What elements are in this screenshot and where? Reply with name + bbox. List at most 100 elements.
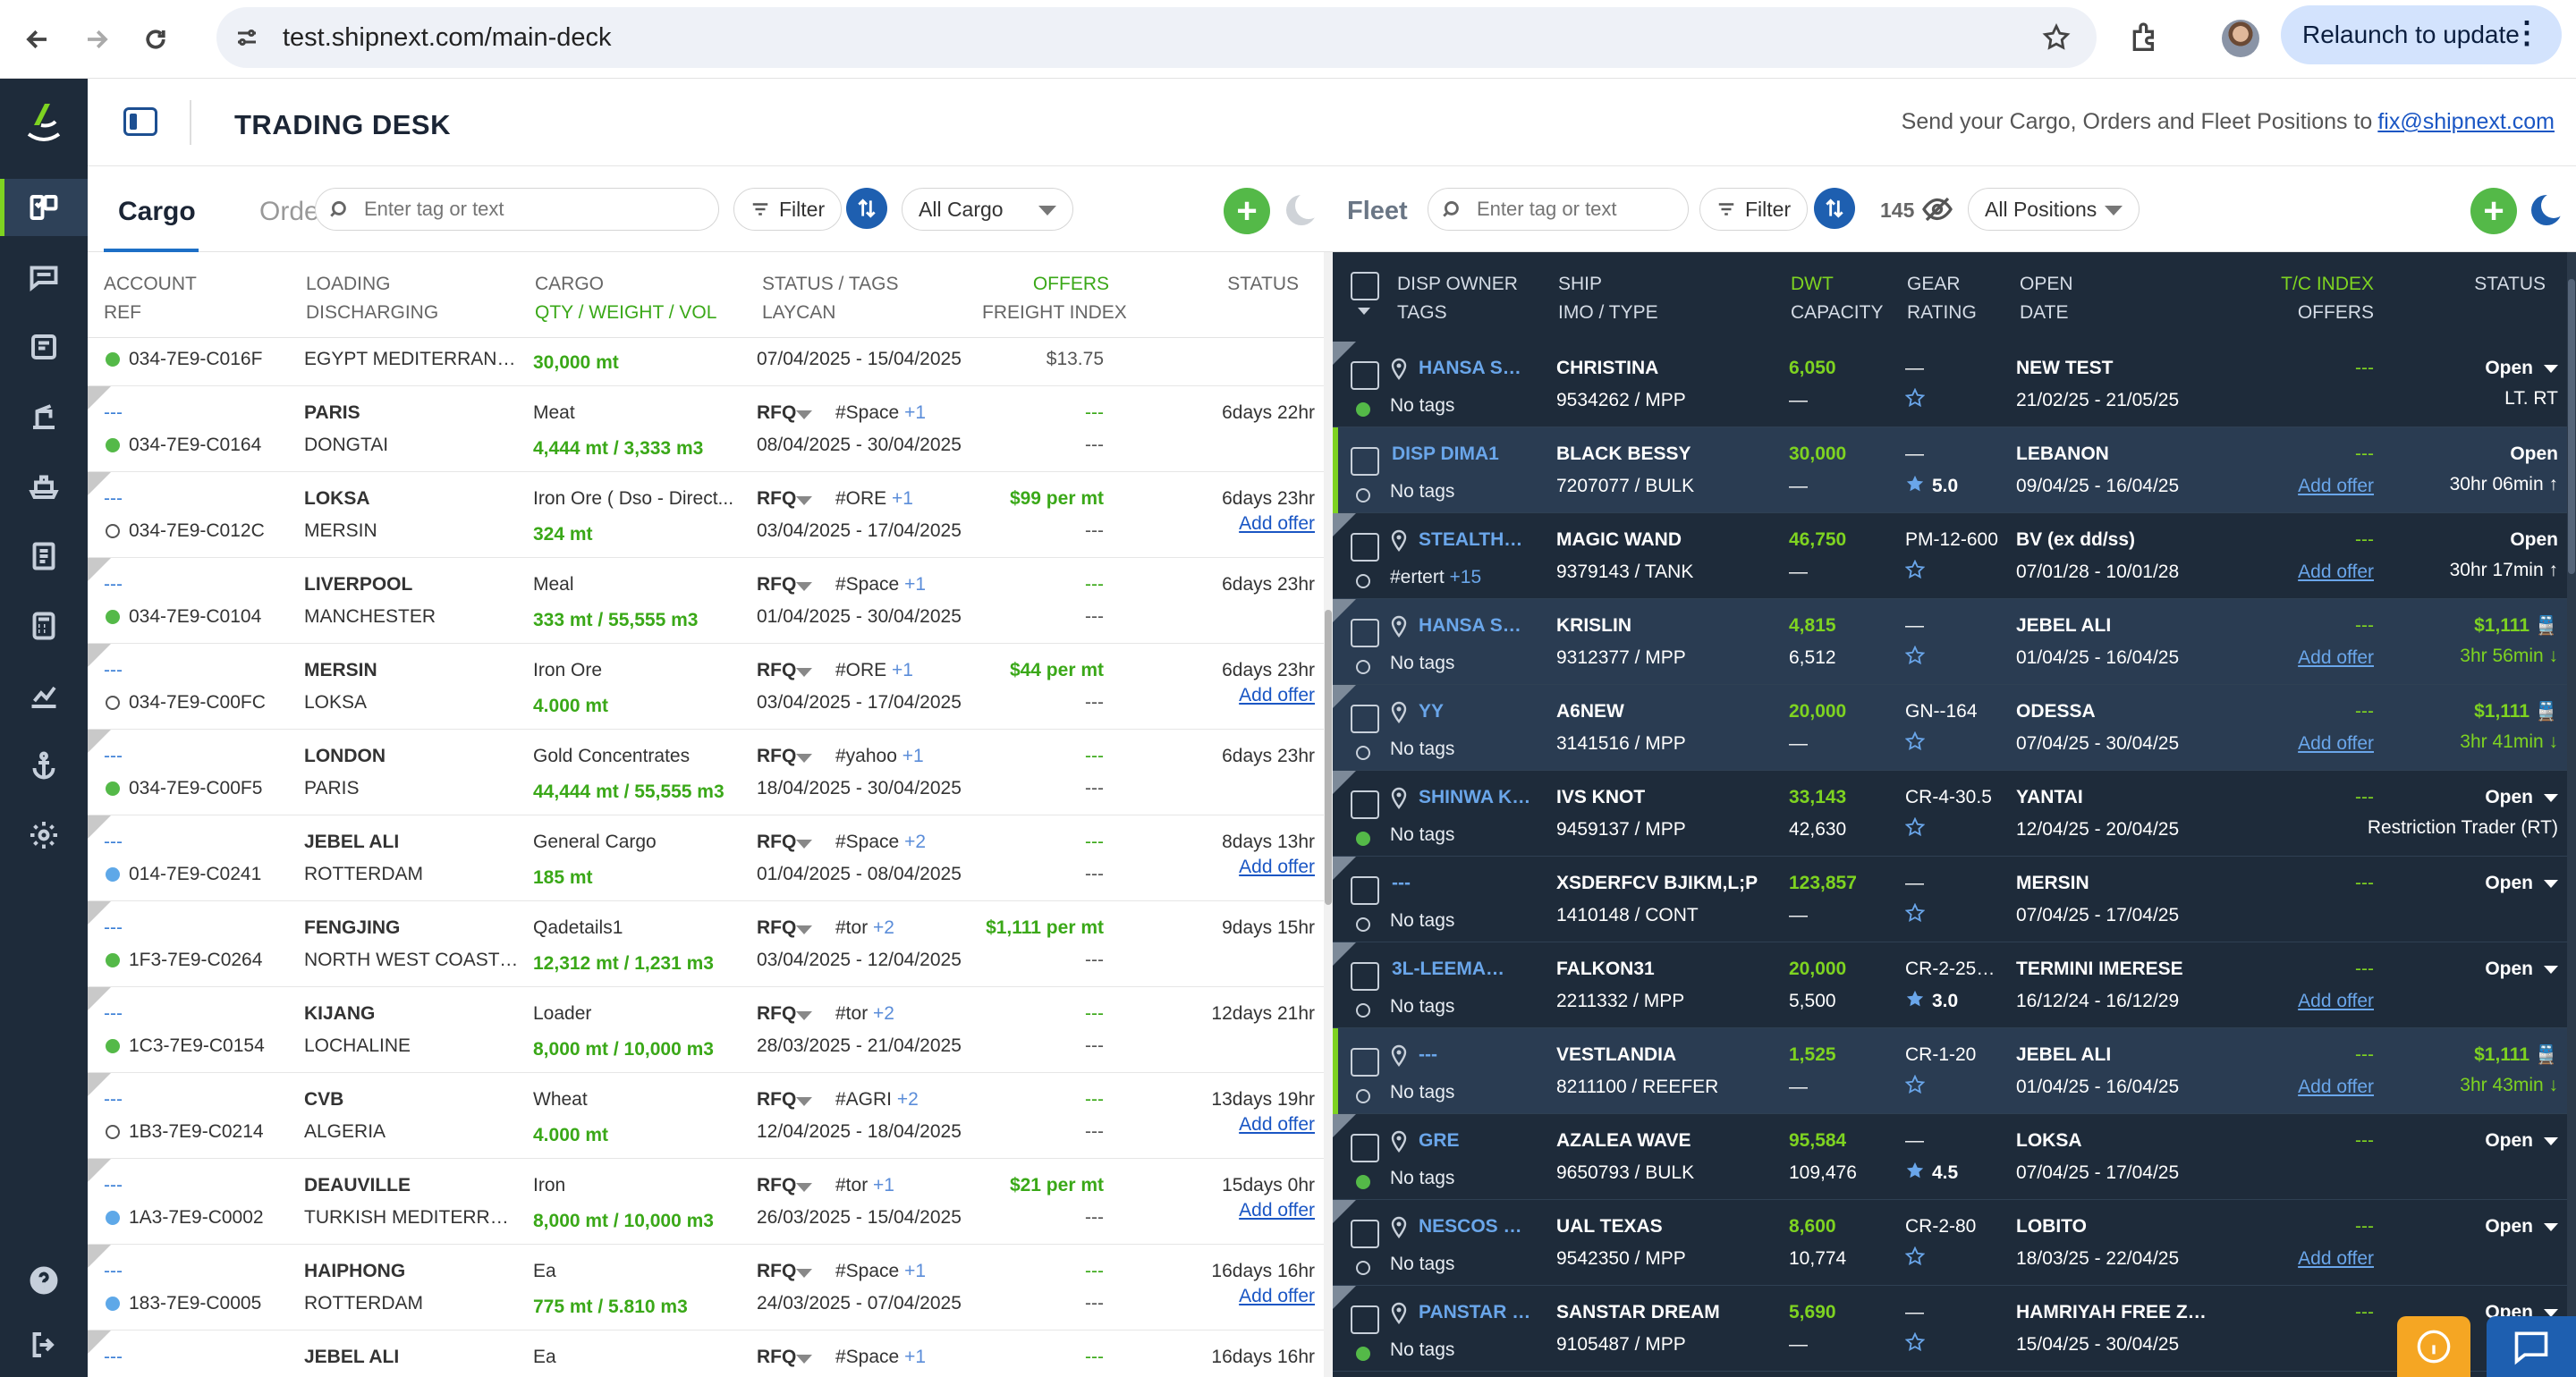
row-checkbox[interactable]: [1351, 705, 1379, 733]
chevron-down-icon[interactable]: [796, 840, 812, 849]
position-status[interactable]: Open: [2388, 1216, 2558, 1238]
cargo-account[interactable]: ---: [104, 574, 123, 596]
cargo-tag[interactable]: #tor +2: [835, 1003, 894, 1025]
info-button[interactable]: [2397, 1316, 2470, 1377]
position-status[interactable]: $1,111 🚆: [2388, 1044, 2558, 1066]
table-row[interactable]: --- 034-7E9-C00FC MERSIN LOKSA Iron Ore 4.000…: [88, 644, 1324, 730]
row-checkbox[interactable]: [1351, 1048, 1379, 1077]
vessel-tags[interactable]: #ertert +15: [1390, 567, 1481, 588]
cargo-scroll-thumb[interactable]: [1325, 610, 1332, 905]
map-pin-icon[interactable]: [1390, 1044, 1408, 1068]
chevron-down-icon[interactable]: [796, 1097, 812, 1106]
star-icon[interactable]: [1905, 989, 1932, 1014]
star-icon[interactable]: [1905, 646, 1932, 671]
vessel-tags[interactable]: No tags: [1390, 653, 1454, 674]
table-row[interactable]: 3L-LEEMARK.C... No tags FALKON31 2211332 / …: [1333, 942, 2567, 1028]
fleet-search-field[interactable]: [1477, 198, 1674, 221]
disp-owner-link[interactable]: HANSA SHI...: [1419, 615, 1533, 637]
fleet-scroll-thumb[interactable]: [2568, 279, 2575, 574]
chat-button[interactable]: [2487, 1316, 2576, 1377]
add-offer-link[interactable]: Add offer: [2254, 1248, 2374, 1270]
col-tags[interactable]: TAGS: [1397, 302, 1447, 324]
vessel-tags[interactable]: No tags: [1390, 1168, 1454, 1189]
rfq-status[interactable]: RFQ: [757, 1347, 796, 1368]
col-discharging[interactable]: DISCHARGING: [306, 302, 438, 324]
table-row[interactable]: --- 014-7E9-C0241 JEBEL ALI ROTTERDAM Genera…: [88, 815, 1324, 901]
add-offer-link[interactable]: Add offer: [1107, 857, 1315, 878]
fleet-position-select[interactable]: All Positions: [1968, 188, 2140, 231]
disp-owner-link[interactable]: NESCOS SHI...: [1419, 1216, 1533, 1238]
fleet-filter-button[interactable]: Filter: [1699, 188, 1809, 231]
email-link[interactable]: fix@shipnext.com: [2377, 109, 2555, 134]
map-pin-icon[interactable]: [1390, 529, 1408, 553]
table-row[interactable]: --- JEBEL ALI Ea RFQ #Space +1 --- 16days 16hr: [88, 1331, 1324, 1377]
tab-cargo[interactable]: Cargo: [118, 197, 196, 227]
row-checkbox[interactable]: [1351, 1220, 1379, 1248]
table-row[interactable]: --- 034-7E9-C012C LOKSA MERSIN Iron Ore ( Ds…: [88, 472, 1324, 558]
disp-owner-link[interactable]: DISP DIMA1: [1392, 444, 1506, 465]
chevron-down-icon[interactable]: [2544, 1136, 2558, 1145]
sidebar-item-documents[interactable]: [0, 528, 88, 585]
col-date[interactable]: DATE: [2020, 302, 2068, 324]
vessel-tags[interactable]: No tags: [1390, 910, 1454, 932]
cargo-account[interactable]: ---: [104, 917, 123, 939]
col-imo-type[interactable]: IMO / TYPE: [1558, 302, 1658, 324]
sidebar-toggle-icon[interactable]: [123, 107, 157, 136]
rfq-status[interactable]: RFQ: [757, 1003, 796, 1025]
col-ref[interactable]: REF: [104, 302, 141, 324]
table-row[interactable]: 034-7E9-C016F EGYPT MEDITERRANEAN... 30,…: [88, 338, 1324, 386]
tag-more-count[interactable]: +1: [904, 402, 926, 423]
row-checkbox[interactable]: [1351, 790, 1379, 819]
sidebar-item-trading-desk[interactable]: [0, 179, 88, 236]
position-status[interactable]: Open: [2388, 444, 2558, 465]
chevron-down-icon[interactable]: [2544, 1222, 2558, 1231]
col-cargo[interactable]: CARGO: [535, 274, 604, 295]
star-icon[interactable]: [1905, 903, 1932, 928]
row-checkbox[interactable]: [1351, 876, 1379, 905]
col-status-tags[interactable]: STATUS / TAGS: [762, 274, 898, 295]
col-open[interactable]: OPEN: [2020, 274, 2073, 295]
tag-more-count[interactable]: +2: [897, 1089, 919, 1110]
col-laycan[interactable]: LAYCAN: [762, 302, 835, 324]
eye-slash-icon[interactable]: [1919, 193, 1955, 225]
cargo-tag[interactable]: #Space +1: [835, 574, 926, 596]
tag-more-count[interactable]: +1: [892, 660, 913, 680]
cargo-tag[interactable]: #ORE +1: [835, 660, 913, 681]
map-pin-icon[interactable]: [1390, 701, 1408, 724]
disp-owner-link[interactable]: STEALTHGA...: [1419, 529, 1533, 551]
chevron-down-icon[interactable]: [2544, 793, 2558, 802]
cargo-tag[interactable]: #yahoo +1: [835, 746, 924, 767]
ship-name[interactable]: UAL TEXAS: [1556, 1216, 1663, 1238]
star-icon[interactable]: [1905, 388, 1932, 413]
position-status[interactable]: Open: [2388, 959, 2558, 980]
more-menu-icon[interactable]: ⋮: [2512, 18, 2542, 48]
ship-name[interactable]: IVS KNOT: [1556, 787, 1645, 808]
disp-owner-link[interactable]: SHINWA KIS...: [1419, 787, 1533, 808]
col-status[interactable]: STATUS: [2406, 274, 2546, 295]
sidebar-item-port-crane[interactable]: [0, 388, 88, 445]
disp-owner-link[interactable]: ---: [1419, 1044, 1533, 1066]
row-checkbox[interactable]: [1351, 962, 1379, 991]
reload-icon[interactable]: [134, 18, 177, 61]
col-account[interactable]: ACCOUNT: [104, 274, 197, 295]
chevron-down-icon[interactable]: [796, 1011, 812, 1020]
sidebar-item-ports[interactable]: [0, 737, 88, 794]
profile-avatar[interactable]: [2222, 20, 2259, 57]
map-pin-icon[interactable]: [1390, 1130, 1408, 1153]
table-row[interactable]: GRE No tags AZALEA WAVE 9650793 / BULK 95,58…: [1333, 1114, 2567, 1200]
rfq-status[interactable]: RFQ: [757, 1089, 796, 1111]
col-disp-owner[interactable]: DISP OWNER: [1397, 274, 1518, 295]
cargo-account[interactable]: ---: [104, 746, 123, 767]
vessel-tags[interactable]: No tags: [1390, 824, 1454, 846]
cargo-tag[interactable]: #Space +1: [835, 1261, 926, 1282]
star-icon[interactable]: [1905, 474, 1932, 499]
ship-name[interactable]: KRISLIN: [1556, 615, 1631, 637]
map-pin-icon[interactable]: [1390, 787, 1408, 810]
ship-name[interactable]: CHRISTINA: [1556, 358, 1658, 379]
disp-owner-link[interactable]: HANSA SHI...: [1419, 358, 1533, 379]
ship-name[interactable]: A6NEW: [1556, 701, 1624, 722]
col-offers[interactable]: OFFERS: [2236, 302, 2374, 324]
cargo-type-select[interactable]: All Cargo: [902, 188, 1073, 231]
cargo-account[interactable]: ---: [104, 1003, 123, 1025]
table-row[interactable]: --- 1F3-7E9-C0264 FENGJING NORTH WEST COAST…: [88, 901, 1324, 987]
